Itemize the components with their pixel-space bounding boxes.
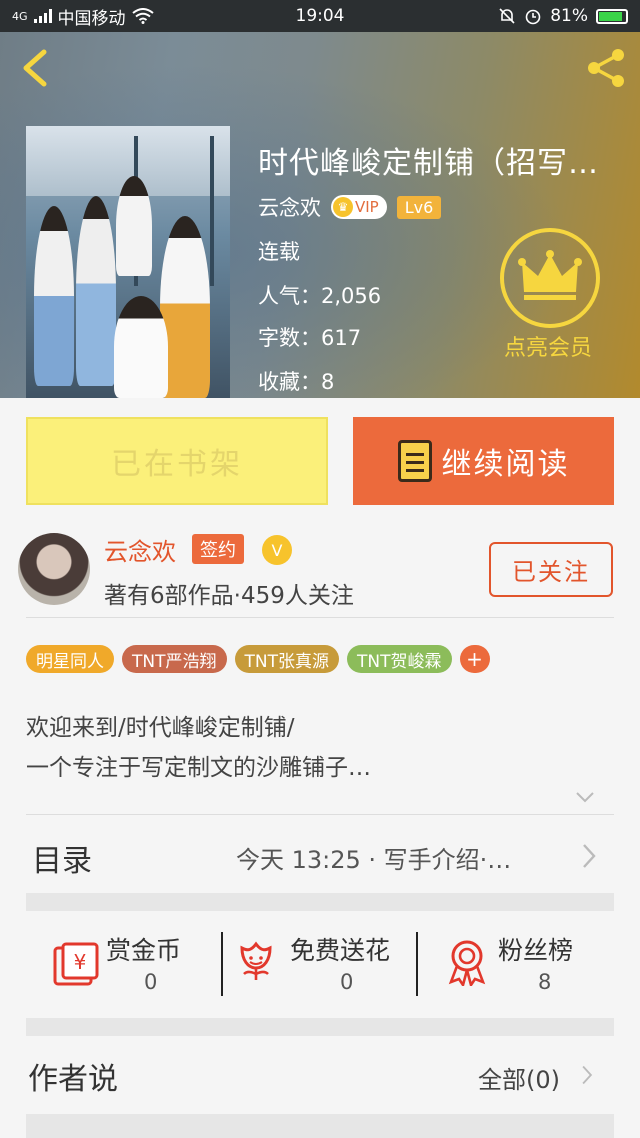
book-intro[interactable]: 欢迎来到/时代峰峻定制铺/ 一个专注于写定制文的沙雕铺子… [26, 708, 371, 788]
member-label[interactable]: 点亮会员 [504, 330, 592, 362]
popularity-row: 人气：2,056 [258, 280, 381, 310]
latest-chapter[interactable]: 今天 13:25 · 写手介绍·… [236, 840, 511, 875]
carrier-name: 中国移动 [57, 8, 126, 29]
view-all-link[interactable]: 全部(0) [478, 1060, 560, 1095]
divider [26, 617, 614, 618]
member-crown-button[interactable] [500, 228, 600, 328]
signed-badge: 签约 [192, 534, 244, 564]
word-count-label: 字数： [258, 326, 321, 350]
divider [26, 814, 614, 815]
continue-reading-button[interactable]: 继续阅读 [353, 417, 614, 505]
back-arrow-icon[interactable] [16, 46, 56, 90]
chevron-down-icon[interactable] [574, 786, 596, 808]
reward-coins-value: 0 [144, 970, 158, 994]
toc-label[interactable]: 目录 [32, 836, 92, 880]
crown-icon: ♛ [333, 197, 353, 217]
follow-button[interactable]: 已关注 [489, 542, 613, 597]
in-bookshelf-button[interactable]: 已在书架 [26, 417, 328, 505]
alarm-icon [525, 9, 541, 25]
free-flower-value: 0 [340, 970, 354, 994]
battery-icon [596, 8, 628, 24]
continue-reading-label: 继续阅读 [441, 447, 570, 482]
popularity-value: 2,056 [321, 284, 382, 308]
fan-ranking-label[interactable]: 粉丝榜 [498, 931, 573, 967]
ribbon-medal-icon[interactable] [446, 938, 488, 986]
intro-line: 一个专注于写定制文的沙雕铺子… [26, 755, 371, 781]
fan-ranking-value: 8 [538, 970, 552, 994]
word-count-row: 字数：617 [258, 322, 361, 352]
book-header: 时代峰峻定制铺（招写… 云念欢 ♛ VIP Lv6 连载 人气：2,056 字数… [0, 32, 640, 398]
section-gap [26, 1114, 614, 1138]
battery-percent: 81% [550, 6, 588, 26]
share-icon[interactable] [582, 44, 630, 92]
free-flower-label[interactable]: 免费送花 [290, 931, 390, 967]
author-line: 云念欢 ♛ VIP Lv6 [258, 192, 442, 222]
favorites-label: 收藏： [258, 370, 321, 394]
tag-chip[interactable]: TNT严浩翔 [122, 645, 227, 673]
divider [221, 932, 223, 996]
word-count-value: 617 [321, 326, 362, 350]
signal-icon [33, 9, 52, 23]
intro-line: 欢迎来到/时代峰峻定制铺/ [26, 715, 295, 741]
book-author[interactable]: 云念欢 [258, 192, 321, 222]
author-name[interactable]: 云念欢 [104, 532, 176, 567]
author-stats: 著有6部作品·459人关注 [104, 583, 354, 609]
chevron-right-icon[interactable] [580, 1062, 594, 1088]
author-says-label: 作者说 [28, 1062, 118, 1097]
book-icon [397, 440, 432, 482]
author-avatar[interactable] [18, 533, 90, 605]
network-type: 4G [12, 9, 28, 23]
tag-chip[interactable]: TNT张真源 [234, 645, 339, 673]
chevron-right-icon[interactable] [580, 841, 598, 871]
crown-icon [518, 250, 582, 300]
vip-badge: ♛ VIP [331, 195, 387, 219]
verified-icon: V [262, 535, 292, 565]
vip-label: VIP [355, 198, 379, 216]
book-cover-image[interactable] [26, 126, 230, 398]
popularity-label: 人气： [258, 284, 321, 308]
serial-status: 连载 [258, 240, 300, 264]
divider [416, 932, 418, 996]
red-envelope-icon[interactable]: ¥ [52, 942, 100, 988]
wifi-icon [131, 8, 154, 24]
level-badge: Lv6 [396, 195, 442, 219]
favorites-value: 8 [321, 370, 335, 394]
book-title: 时代峰峻定制铺（招写… [258, 146, 599, 181]
flower-icon[interactable] [236, 940, 276, 984]
svg-text:¥: ¥ [74, 950, 87, 974]
reward-coins-label[interactable]: 赏金币 [106, 931, 181, 967]
tag-chip[interactable]: TNT贺峻霖 [347, 645, 452, 673]
section-gap [26, 893, 614, 911]
add-tag-button[interactable]: + [459, 645, 490, 673]
mute-bell-icon [499, 8, 515, 24]
status-bar: 4G 中国移动 19:04 81% [0, 0, 640, 32]
tag-chip[interactable]: 明星同人 [26, 645, 114, 673]
section-gap [26, 1018, 614, 1036]
tag-list: 明星同人 TNT严浩翔 TNT张真源 TNT贺峻霖 + [26, 645, 490, 673]
favorites-row: 收藏：8 [258, 366, 334, 396]
